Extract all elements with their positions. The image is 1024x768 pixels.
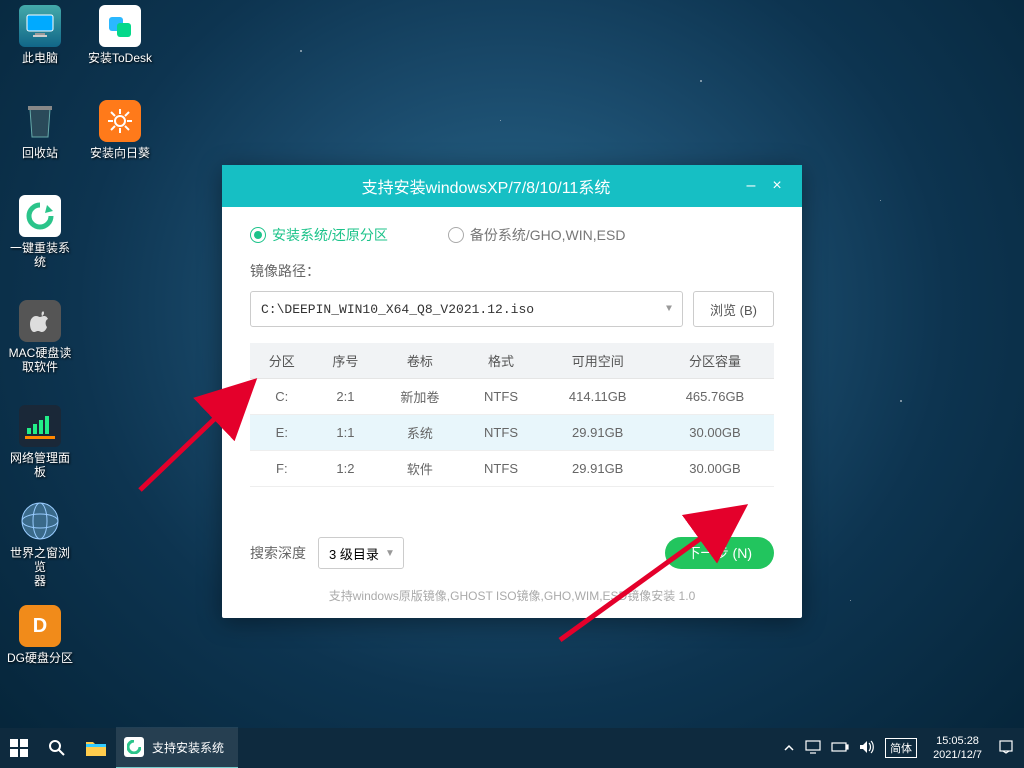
chevron-down-icon: ▼ bbox=[666, 304, 672, 315]
taskbar: 支持安装系统 简体 15:05:28 2021/12/7 bbox=[0, 728, 1024, 768]
clock-date: 2021/12/7 bbox=[933, 748, 982, 762]
tab-label: 备份系统/GHO,WIN,ESD bbox=[470, 225, 626, 245]
desktop-icon-recycle-bin[interactable]: 回收站 bbox=[5, 100, 75, 160]
clock-time: 15:05:28 bbox=[933, 734, 982, 748]
table-row[interactable]: C:2:1新加卷NTFS414.11GB465.76GB bbox=[250, 379, 774, 415]
col-partition: 分区 bbox=[250, 343, 314, 379]
radio-off-icon bbox=[448, 227, 464, 243]
desktop-icon-theworld-browser[interactable]: 世界之窗浏览 器 bbox=[5, 500, 75, 588]
search-icon bbox=[48, 739, 66, 757]
desktop-icon-diskgenius[interactable]: D DG硬盘分区 bbox=[5, 605, 75, 665]
titlebar[interactable]: 支持安装windowsXP/7/8/10/11系统 – × bbox=[222, 165, 802, 207]
image-path-dropdown[interactable]: C:\DEEPIN_WIN10_X64_Q8_V2021.12.iso ▼ bbox=[250, 291, 683, 327]
desktop-icon-mac-disk[interactable]: MAC硬盘读 取软件 bbox=[5, 300, 75, 374]
icon-label: 回收站 bbox=[5, 146, 75, 160]
depth-value: 3 级目录 bbox=[329, 544, 379, 563]
tray-ime[interactable]: 简体 bbox=[885, 738, 917, 758]
icon-label: 此电脑 bbox=[5, 51, 75, 65]
close-button[interactable]: × bbox=[764, 173, 790, 199]
tray-up-icon[interactable] bbox=[783, 728, 795, 768]
tab-install-restore[interactable]: 安装系统/还原分区 bbox=[250, 225, 388, 245]
icon-label: 一键重装系统 bbox=[5, 241, 75, 269]
desktop-icon-this-pc[interactable]: 此电脑 bbox=[5, 5, 75, 65]
radio-on-icon bbox=[250, 227, 266, 243]
table-row-selected[interactable]: E:1:1系统NTFS29.91GB30.00GB bbox=[250, 415, 774, 451]
col-free: 可用空间 bbox=[539, 343, 655, 379]
icon-label: 网络管理面板 bbox=[5, 451, 75, 479]
table-row[interactable]: F:1:2软件NTFS29.91GB30.00GB bbox=[250, 451, 774, 487]
desktop-icon-reinstall-system[interactable]: 一键重装系统 bbox=[5, 195, 75, 269]
tray-monitor-icon[interactable] bbox=[805, 740, 821, 757]
image-path-label: 镜像路径： bbox=[250, 261, 774, 281]
col-volume: 卷标 bbox=[377, 343, 462, 379]
icon-label: DG硬盘分区 bbox=[5, 651, 75, 665]
search-depth-select[interactable]: 3 级目录 ▼ bbox=[318, 537, 404, 569]
window-title: 支持安装windowsXP/7/8/10/11系统 bbox=[234, 174, 738, 198]
explorer-button[interactable] bbox=[76, 728, 116, 768]
browse-button[interactable]: 浏览 (B) bbox=[693, 291, 774, 327]
tray-battery-icon[interactable] bbox=[831, 741, 849, 756]
footer-hint: 支持windows原版镜像,GHOST ISO镜像,GHO,WIM,ESD镜像安… bbox=[250, 587, 774, 604]
icon-label: 世界之窗浏览 器 bbox=[5, 546, 75, 588]
tab-backup[interactable]: 备份系统/GHO,WIN,ESD bbox=[448, 225, 626, 245]
tab-label: 安装系统/还原分区 bbox=[272, 225, 388, 245]
tray-notifications-icon[interactable] bbox=[998, 739, 1014, 758]
folder-icon bbox=[86, 740, 106, 756]
chevron-down-icon: ▼ bbox=[385, 548, 395, 559]
taskbar-app-label: 支持安装系统 bbox=[152, 739, 224, 756]
col-format: 格式 bbox=[463, 343, 540, 379]
minimize-button[interactable]: – bbox=[738, 173, 764, 199]
icon-label: 安装向日葵 bbox=[85, 146, 155, 160]
next-button[interactable]: 下一步 (N) bbox=[665, 537, 774, 569]
icon-label: MAC硬盘读 取软件 bbox=[5, 346, 75, 374]
desktop-icon-todesk[interactable]: 安装ToDesk bbox=[85, 5, 155, 65]
search-depth-label: 搜索深度 bbox=[250, 543, 306, 563]
windows-icon bbox=[10, 739, 28, 757]
tray-volume-icon[interactable] bbox=[859, 740, 875, 757]
start-button[interactable] bbox=[0, 728, 38, 768]
partition-table: 分区 序号 卷标 格式 可用空间 分区容量 C:2:1新加卷NTFS414.11… bbox=[250, 343, 774, 487]
col-number: 序号 bbox=[314, 343, 378, 379]
tray-clock[interactable]: 15:05:28 2021/12/7 bbox=[927, 734, 988, 762]
icon-label: 安装ToDesk bbox=[85, 51, 155, 65]
col-size: 分区容量 bbox=[656, 343, 774, 379]
app-icon bbox=[124, 737, 144, 757]
desktop-icon-sunflower[interactable]: 安装向日葵 bbox=[85, 100, 155, 160]
installer-window: 支持安装windowsXP/7/8/10/11系统 – × 安装系统/还原分区 … bbox=[222, 165, 802, 618]
desktop-icon-network-panel[interactable]: 网络管理面板 bbox=[5, 405, 75, 479]
taskbar-app-installer[interactable]: 支持安装系统 bbox=[116, 727, 238, 768]
image-path-value: C:\DEEPIN_WIN10_X64_Q8_V2021.12.iso bbox=[261, 302, 534, 317]
search-button[interactable] bbox=[38, 728, 76, 768]
